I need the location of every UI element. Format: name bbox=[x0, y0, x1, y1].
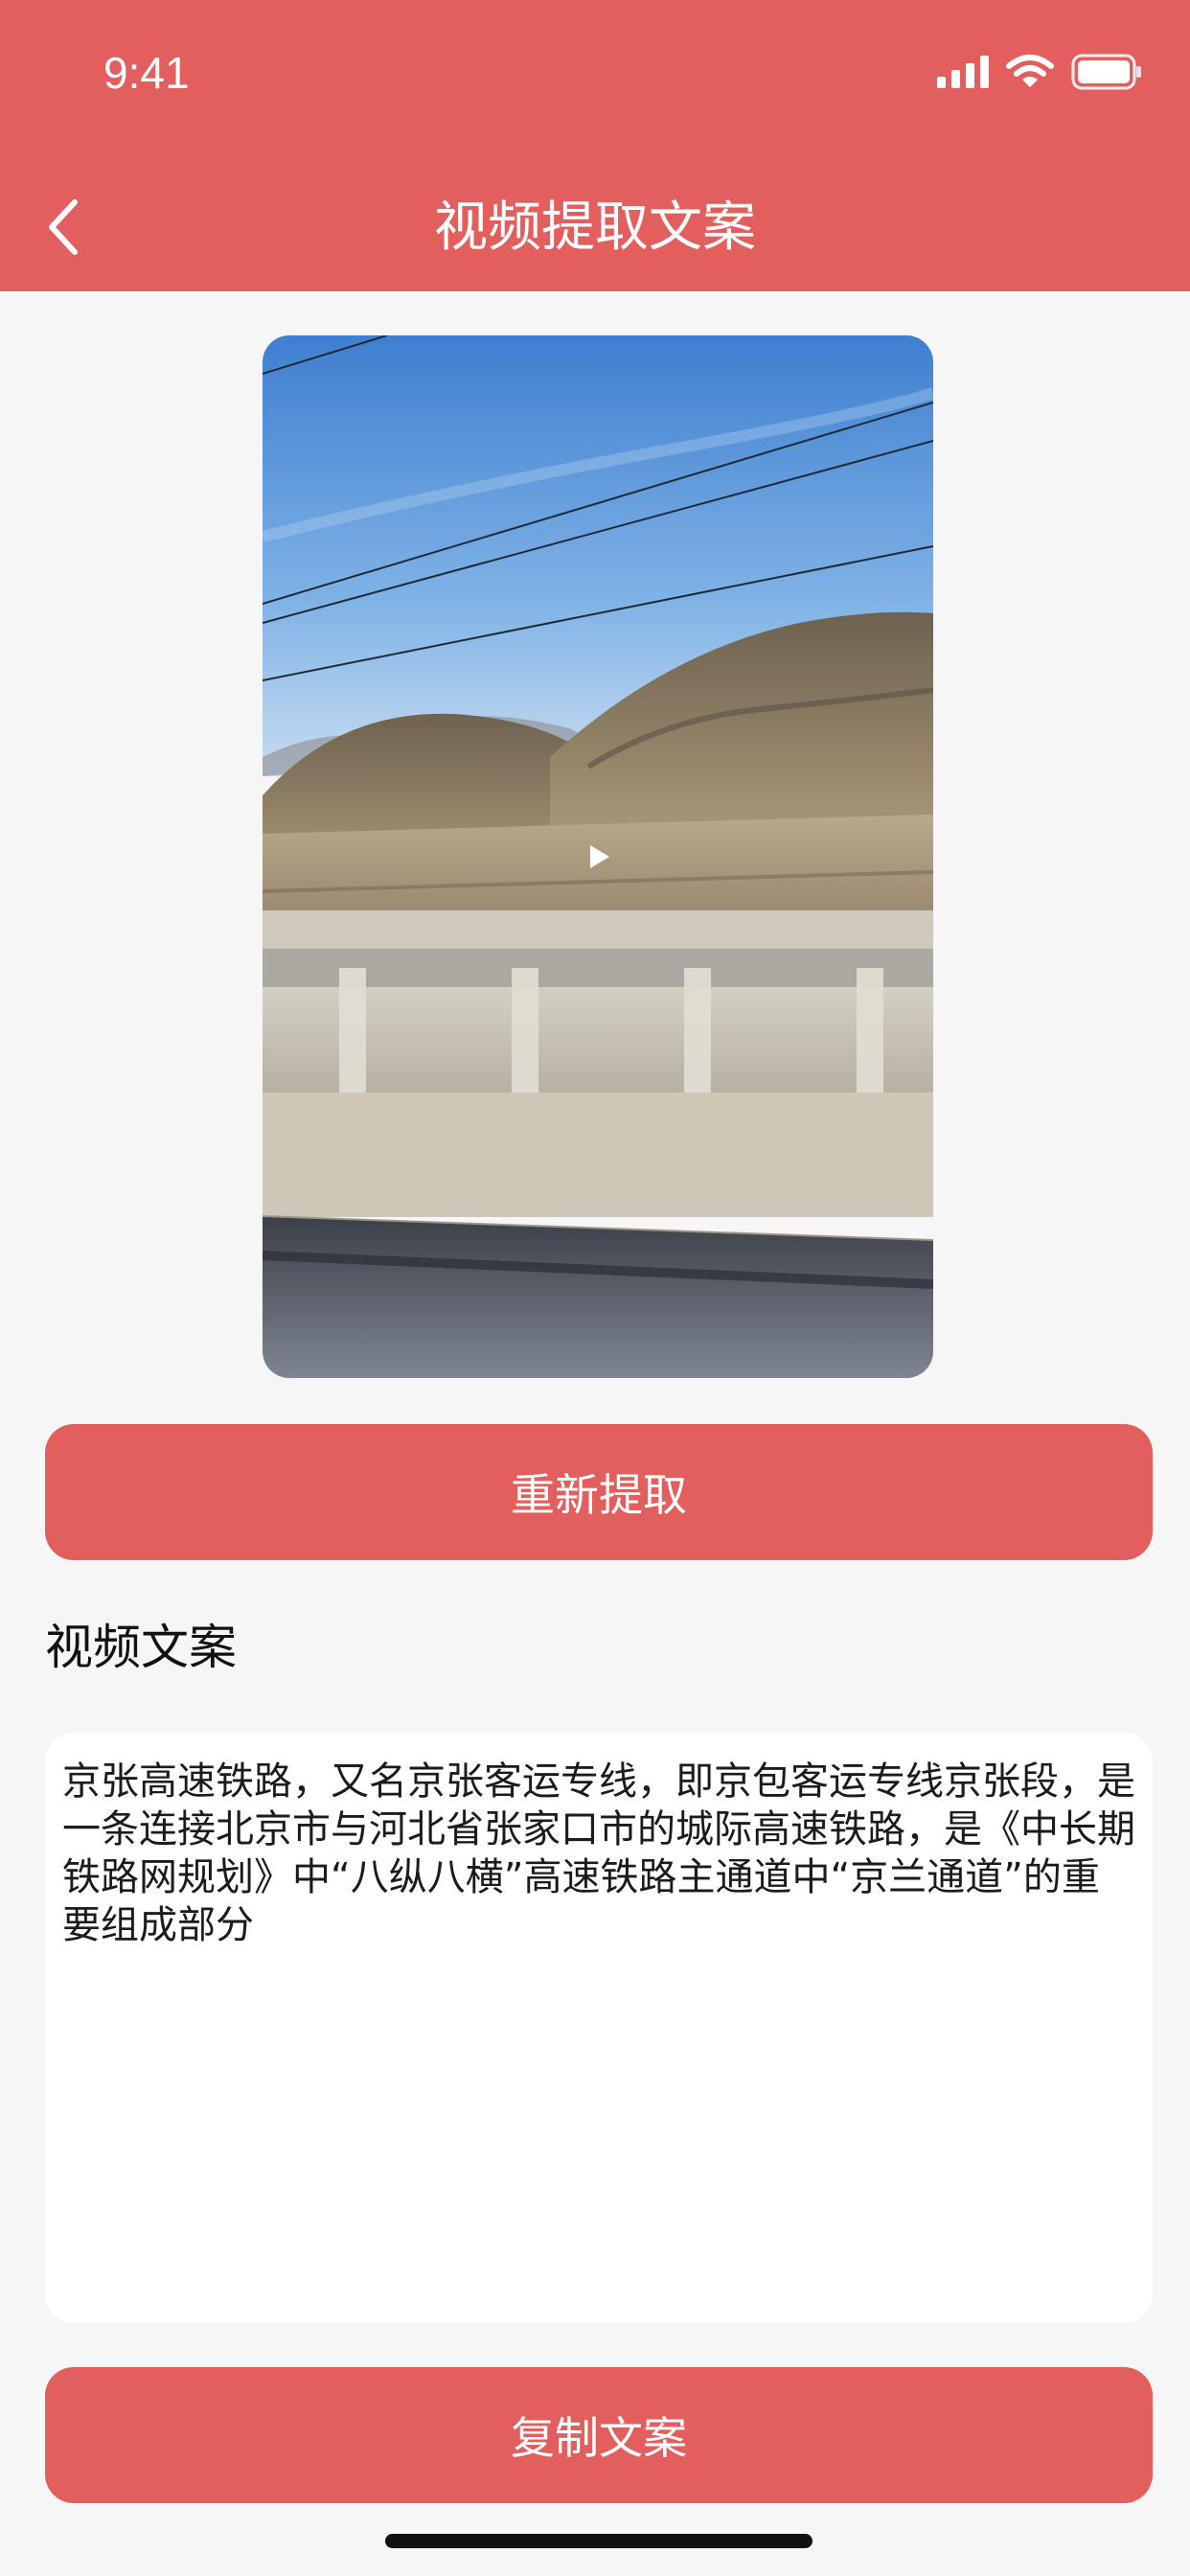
app-header: 9:41 视频提取文案 bbox=[0, 0, 1190, 291]
home-indicator bbox=[385, 2534, 812, 2548]
video-thumbnail[interactable] bbox=[263, 335, 933, 1378]
wifi-icon bbox=[1006, 55, 1054, 87]
cellular-signal-icon bbox=[937, 56, 989, 88]
transcript-text: 京张高速铁路，又名京张客运专线，即京包客运专线京张段，是一条连接北京市与河北省张… bbox=[62, 1760, 1135, 1947]
page-title: 视频提取文案 bbox=[434, 196, 756, 259]
reextract-button[interactable]: 重新提取 bbox=[45, 1424, 1153, 1560]
status-icons bbox=[937, 48, 1142, 96]
battery-icon bbox=[1071, 54, 1141, 90]
section-title: 视频文案 bbox=[45, 1620, 237, 1675]
play-icon[interactable] bbox=[579, 838, 617, 876]
status-time: 9:41 bbox=[103, 48, 190, 98]
copy-text-button[interactable]: 复制文案 bbox=[45, 2367, 1153, 2503]
transcript-textarea[interactable]: 京张高速铁路，又名京张客运专线，即京包客运专线京张段，是一条连接北京市与河北省张… bbox=[45, 1733, 1153, 2323]
